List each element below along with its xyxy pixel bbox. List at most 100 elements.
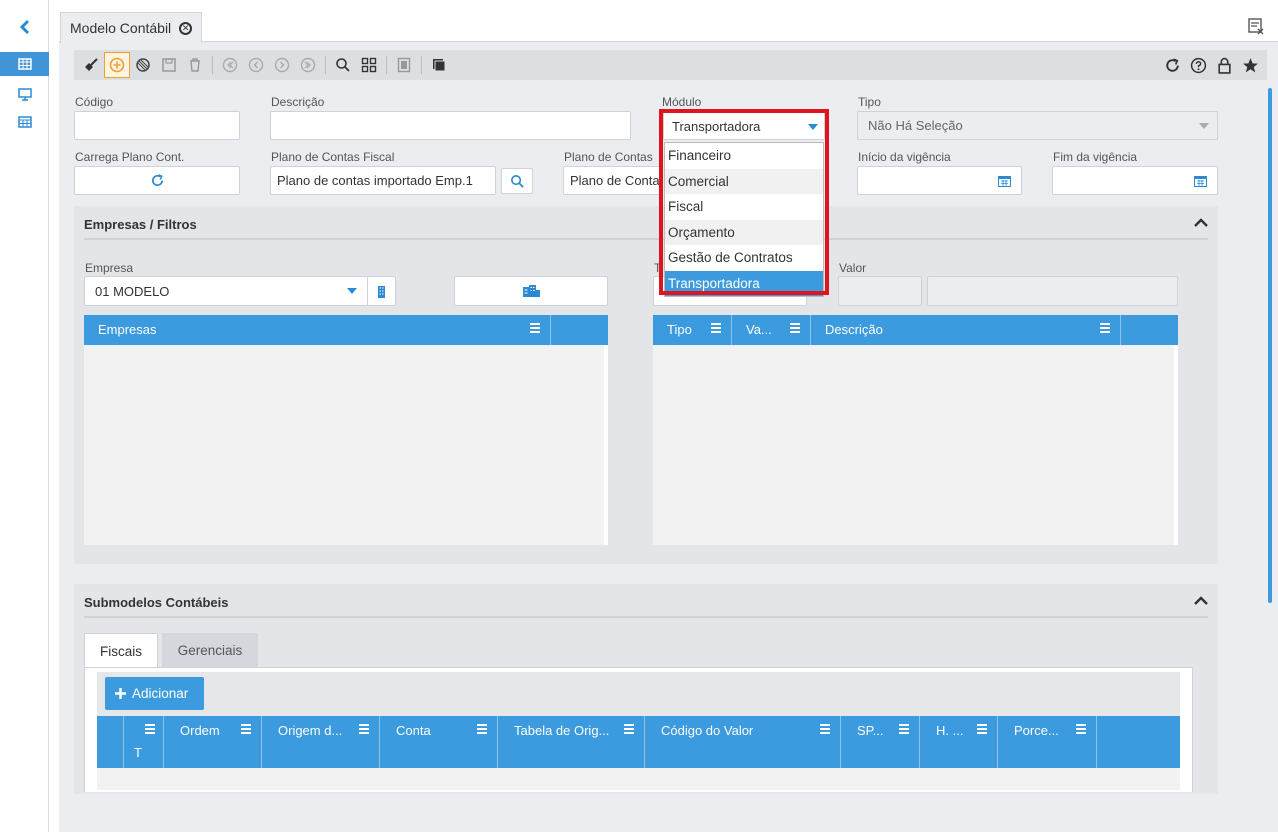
grid-column-h[interactable]: H. ... [920, 716, 998, 768]
menu-icon[interactable] [899, 724, 909, 734]
submodelos-grid-body[interactable] [97, 768, 1180, 790]
grid-column-origem[interactable]: Origem d... [262, 716, 380, 768]
first-record-button[interactable] [217, 52, 243, 78]
adicionar-button[interactable]: Adicionar [105, 677, 204, 710]
grid-column-sp[interactable]: SP... [841, 716, 920, 768]
save-button[interactable] [156, 52, 182, 78]
menu-icon[interactable] [624, 724, 634, 734]
rail-item-monitor[interactable] [0, 82, 49, 106]
menu-icon[interactable] [1100, 323, 1110, 333]
carrega-plano-button[interactable] [74, 166, 240, 195]
refresh-button[interactable] [1159, 52, 1185, 78]
empresas-add-button[interactable] [454, 276, 608, 306]
tipo-value: Não Há Seleção [868, 118, 963, 133]
rail-item-calendar[interactable] [0, 110, 49, 134]
grid-column-empresas[interactable]: Empresas [84, 315, 551, 345]
menu-icon[interactable] [820, 724, 830, 734]
rail-item-table[interactable] [0, 52, 49, 76]
empresas-filtros-panel: Empresas / Filtros Empresa 01 MODELO T V… [74, 206, 1218, 564]
search-button[interactable] [330, 52, 356, 78]
calendar-icon[interactable] [1194, 175, 1207, 187]
window-list-button[interactable] [1244, 14, 1268, 38]
document-close-icon [1248, 18, 1264, 35]
plano-fiscal-input[interactable]: Plano de contas importado Emp.1 [270, 166, 496, 195]
help-button[interactable] [1185, 52, 1211, 78]
grid-column-porcentagem[interactable]: Porce... [998, 716, 1097, 768]
favorite-button[interactable] [1237, 52, 1263, 78]
next-record-button[interactable] [269, 52, 295, 78]
calendar-icon[interactable] [998, 175, 1011, 187]
fim-vigencia-input[interactable] [1052, 166, 1218, 195]
separator [367, 277, 368, 305]
valor-descricao-input[interactable] [927, 276, 1178, 306]
search-icon [510, 174, 524, 188]
grid-column-codigo-valor[interactable]: Código do Valor [645, 716, 841, 768]
layers-icon [433, 59, 446, 72]
grid-column-descricao[interactable]: Descrição [811, 315, 1121, 345]
delete-button[interactable] [182, 52, 208, 78]
chevron-up-icon[interactable] [1194, 596, 1208, 606]
carrega-label: Carrega Plano Cont. [75, 150, 185, 164]
calendar-grid-icon [17, 116, 32, 128]
tipo-label: Tipo [858, 95, 881, 109]
filtros-grid-header: Tipo Va... Descrição [653, 315, 1178, 345]
help-icon [1190, 57, 1206, 73]
menu-icon[interactable] [530, 323, 540, 333]
adicionar-label: Adicionar [132, 686, 189, 701]
grid-column-valor[interactable]: Va... [732, 315, 811, 345]
modulo-label: Módulo [662, 95, 702, 109]
tipo-select[interactable]: Não Há Seleção [857, 111, 1218, 140]
lock-icon [1217, 57, 1231, 74]
grid-column-tipo[interactable]: Tipo [653, 315, 732, 345]
grid-column-ordem[interactable]: Ordem [164, 716, 262, 768]
layers-button[interactable] [426, 52, 452, 78]
toolbar-separator [386, 56, 387, 74]
star-icon [1242, 57, 1258, 72]
grid-view-button[interactable] [356, 52, 382, 78]
grid-icon [361, 57, 377, 73]
grid-column-tabela-origem[interactable]: Tabela de Orig... [498, 716, 645, 768]
menu-icon[interactable] [1076, 724, 1086, 734]
caret-down-icon [1199, 123, 1209, 129]
clear-button[interactable] [78, 52, 104, 78]
tab-gerenciais[interactable]: Gerenciais [162, 633, 258, 667]
menu-icon[interactable] [241, 724, 251, 734]
menu-icon[interactable] [711, 323, 721, 333]
add-circle-icon [109, 57, 125, 73]
lock-button[interactable] [1211, 52, 1237, 78]
grid-column-select[interactable] [97, 716, 124, 768]
prev-record-button[interactable] [243, 52, 269, 78]
menu-icon[interactable] [145, 724, 155, 734]
grid-column-conta[interactable]: Conta [380, 716, 498, 768]
form-view-button[interactable] [391, 52, 417, 78]
filtros-grid-body[interactable] [653, 345, 1178, 545]
refresh-icon [151, 174, 163, 187]
tab-fiscais[interactable]: Fiscais [84, 633, 158, 668]
plano-contas-input[interactable]: Plano de Contas [563, 166, 663, 195]
chevron-up-icon[interactable] [1194, 218, 1208, 228]
back-button[interactable] [0, 12, 49, 42]
menu-icon[interactable] [977, 724, 987, 734]
menu-icon[interactable] [790, 323, 800, 333]
vertical-scrollbar[interactable] [1268, 88, 1272, 603]
close-icon[interactable]: ✕ [179, 21, 193, 35]
menu-icon[interactable] [359, 724, 369, 734]
tab-modelo-contabil[interactable]: Modelo Contábil ✕ [60, 12, 203, 43]
empresa-value: 01 MODELO [95, 283, 170, 299]
codigo-input[interactable] [74, 111, 240, 140]
cancel-button[interactable] [130, 52, 156, 78]
plano-fiscal-search-button[interactable] [501, 168, 533, 194]
empresas-grid-body[interactable] [84, 345, 608, 545]
inicio-vigencia-input[interactable] [857, 166, 1022, 195]
add-button[interactable] [104, 52, 130, 78]
grid-column-t[interactable]: T [124, 716, 164, 768]
menu-icon[interactable] [477, 724, 487, 734]
valor-input[interactable] [838, 276, 922, 306]
empresa-select[interactable]: 01 MODELO [84, 276, 396, 306]
empresa-label: Empresa [85, 261, 134, 275]
descricao-input[interactable] [270, 111, 631, 140]
building-icon[interactable] [376, 285, 387, 299]
red-highlight-box [659, 109, 829, 295]
save-icon [162, 58, 176, 72]
last-record-button[interactable] [295, 52, 321, 78]
